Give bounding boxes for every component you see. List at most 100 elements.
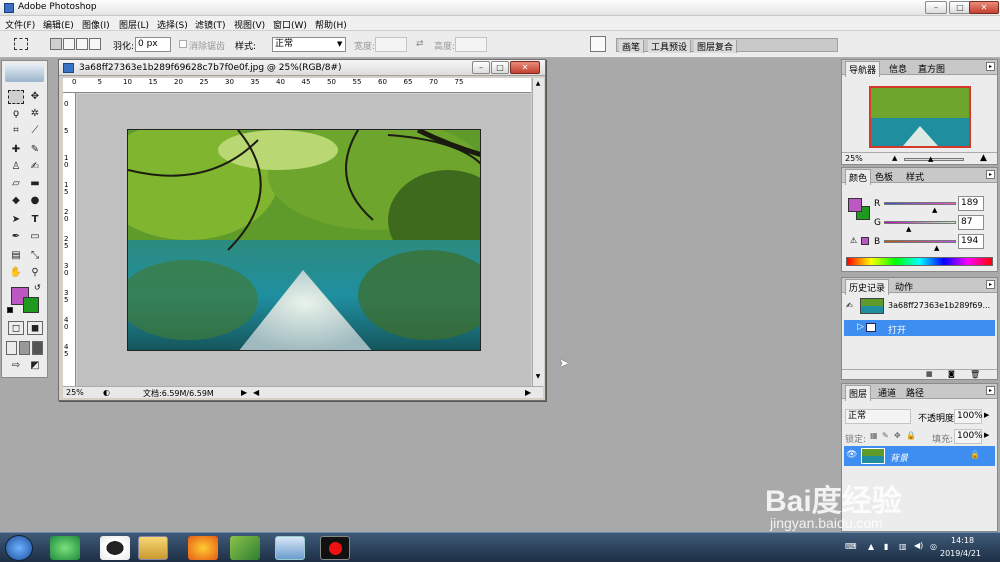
width-input[interactable] — [375, 37, 407, 52]
shape-tool-icon[interactable]: ▭ — [27, 230, 43, 244]
close-button[interactable]: ✕ — [969, 1, 999, 14]
slice-tool-icon[interactable]: ⟋ — [27, 124, 43, 138]
new-document-from-state-icon[interactable]: ▦ — [926, 370, 933, 378]
clone-stamp-tool-icon[interactable]: ♙ — [8, 160, 24, 174]
taskbar-recorder-icon[interactable] — [320, 536, 350, 560]
intersect-selection-icon[interactable] — [89, 38, 101, 50]
antialias-checkbox[interactable] — [179, 40, 187, 48]
menu-help[interactable]: 帮助(H) — [315, 18, 347, 31]
scroll-up-icon[interactable]: ▲ — [533, 80, 543, 87]
menu-image[interactable]: 图像(I) — [82, 18, 110, 31]
r-slider[interactable] — [884, 202, 956, 205]
history-state-arrow-icon[interactable]: ▷ — [857, 322, 864, 332]
tab-actions[interactable]: 动作 — [892, 279, 916, 294]
lock-transparency-icon[interactable]: ▦ — [870, 431, 878, 440]
menu-edit[interactable]: 编辑(E) — [43, 18, 74, 31]
screen-mode-full-icon[interactable] — [32, 341, 43, 355]
new-selection-icon[interactable] — [50, 38, 62, 50]
menu-select[interactable]: 选择(S) — [157, 18, 188, 31]
history-snapshot-row[interactable]: ✍ 3a68ff27363e1b289f69... — [844, 298, 995, 314]
minimize-button[interactable]: – — [925, 1, 947, 14]
panel-menu-icon[interactable]: ▸ — [986, 62, 995, 71]
lock-all-icon[interactable]: 🔒 — [906, 431, 916, 440]
status-menu-arrow-icon[interactable]: ▶ — [241, 388, 247, 397]
panel-menu-icon[interactable]: ▸ — [986, 386, 995, 395]
taskbar-app-360-icon[interactable] — [50, 536, 80, 560]
layer-row-background[interactable]: 👁 背景 🔒 — [844, 446, 995, 466]
imageready-jump-icon[interactable]: ⇨ — [8, 359, 24, 373]
b-input[interactable]: 194 — [958, 234, 984, 249]
taskbar-explorer-icon[interactable] — [138, 536, 168, 560]
quickmask-mode-icon[interactable]: ◼ — [27, 321, 43, 335]
lasso-tool-icon[interactable]: ϙ — [8, 107, 24, 121]
language-icon[interactable]: ◎ — [930, 542, 937, 551]
navigator-thumbnail[interactable] — [869, 86, 971, 148]
screen-mode-standard-icon[interactable] — [6, 341, 17, 355]
document-title-bar[interactable]: 3a68ff27363e1b289f69628c7b7f0e0f.jpg @ 2… — [59, 60, 545, 76]
taskbar-firefox-icon[interactable] — [188, 536, 218, 560]
status-icon[interactable]: ◐ — [103, 388, 110, 397]
fill-input[interactable]: 100% — [954, 429, 983, 444]
lock-move-icon[interactable]: ✥ — [894, 431, 901, 440]
style-select[interactable]: 正常 — [272, 37, 346, 52]
well-tab-brushes[interactable]: 画笔 — [619, 40, 645, 53]
lock-paint-icon[interactable]: ✎ — [882, 431, 889, 440]
g-input[interactable]: 87 — [958, 215, 984, 230]
crop-tool-icon[interactable]: ⌗ — [8, 124, 24, 138]
opacity-arrow-icon[interactable]: ▶ — [984, 411, 989, 419]
screen-mode-menubar-icon[interactable] — [19, 341, 30, 355]
taskbar-qq-icon[interactable] — [100, 536, 130, 560]
zoom-tool-icon[interactable]: ⚲ — [27, 266, 43, 280]
clock-date[interactable]: 2019/4/21 — [940, 549, 981, 558]
scroll-left-icon[interactable]: ◀ — [253, 388, 259, 397]
marquee-preset-icon[interactable] — [14, 38, 28, 50]
image-canvas[interactable] — [127, 129, 481, 351]
volume-icon[interactable]: ◀) — [914, 541, 923, 550]
panel-menu-icon[interactable]: ▸ — [986, 280, 995, 289]
background-color-swatch[interactable] — [23, 297, 39, 313]
tab-channels[interactable]: 通道 — [875, 385, 899, 400]
feather-logo-icon[interactable] — [5, 64, 44, 82]
foreground-swatch[interactable] — [848, 198, 862, 212]
menu-window[interactable]: 窗口(W) — [273, 18, 307, 31]
tab-layers[interactable]: 图层 — [845, 385, 872, 401]
blend-mode-select[interactable]: 正常 — [845, 409, 911, 424]
brush-tool-icon[interactable]: ✎ — [27, 143, 43, 157]
imageready-icon[interactable]: ◩ — [27, 359, 43, 373]
keyboard-icon[interactable]: ⌨ — [845, 542, 857, 551]
gamut-warning-icon[interactable]: ⚠ — [850, 236, 857, 245]
hand-tool-icon[interactable]: ✋ — [8, 266, 24, 280]
new-snapshot-icon[interactable]: ◙ — [948, 370, 955, 378]
zoom-out-icon[interactable]: ▲ — [892, 154, 897, 162]
eyedropper-tool-icon[interactable]: ⤡ — [27, 249, 43, 263]
healing-brush-tool-icon[interactable]: ✚ — [8, 143, 24, 157]
tab-histogram[interactable]: 直方图 — [915, 61, 948, 76]
add-selection-icon[interactable] — [63, 38, 75, 50]
menu-filter[interactable]: 滤镜(T) — [195, 18, 226, 31]
height-input[interactable] — [455, 37, 487, 52]
move-tool-icon[interactable]: ✥ — [27, 90, 43, 104]
tab-paths[interactable]: 路径 — [903, 385, 927, 400]
type-tool-icon[interactable]: T — [27, 213, 43, 227]
notes-tool-icon[interactable]: ▤ — [8, 249, 24, 263]
well-tab-tool-presets[interactable]: 工具预设 — [648, 40, 692, 53]
tab-styles[interactable]: 样式 — [903, 169, 927, 184]
swap-colors-icon[interactable]: ↺ — [34, 283, 41, 292]
r-thumb-icon[interactable]: ▲ — [932, 206, 937, 214]
swap-icon[interactable]: ⇄ — [416, 39, 424, 49]
dodge-tool-icon[interactable]: ● — [27, 194, 43, 208]
doc-maximize-button[interactable]: □ — [491, 61, 509, 74]
scroll-down-icon[interactable]: ▼ — [533, 373, 543, 380]
history-brush-tool-icon[interactable]: ✍ — [27, 160, 43, 174]
rect-marquee-tool-icon[interactable] — [8, 90, 24, 104]
maximize-button[interactable]: □ — [949, 1, 971, 14]
well-tab-layer-comps[interactable]: 图层复合 — [694, 40, 738, 53]
r-input[interactable]: 189 — [958, 196, 984, 211]
color-ramp[interactable] — [846, 257, 993, 266]
navigator-zoom-value[interactable]: 25% — [845, 154, 863, 163]
path-select-tool-icon[interactable]: ➤ — [8, 213, 24, 227]
tab-navigator[interactable]: 导航器 — [845, 61, 881, 77]
menu-view[interactable]: 视图(V) — [234, 18, 265, 31]
navigator-zoom-slider[interactable] — [904, 158, 964, 161]
tab-swatches[interactable]: 色板 — [872, 169, 896, 184]
